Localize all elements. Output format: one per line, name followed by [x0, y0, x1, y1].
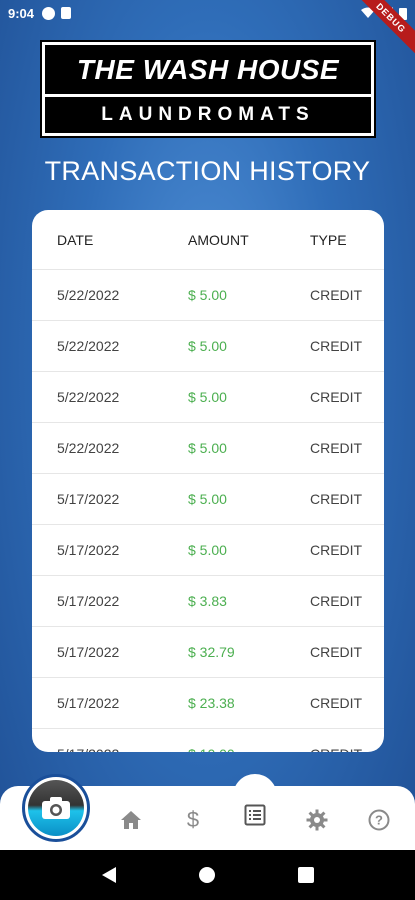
row-type: CREDIT — [310, 644, 363, 660]
row-type: CREDIT — [310, 491, 363, 507]
table-row[interactable]: 5/22/2022 $ 5.00 CREDIT — [32, 321, 384, 372]
row-type: CREDIT — [310, 542, 363, 558]
home-icon[interactable] — [117, 806, 145, 834]
row-type: CREDIT — [310, 695, 363, 711]
row-date: 5/22/2022 — [57, 287, 120, 303]
row-date: 5/17/2022 — [57, 644, 120, 660]
system-nav-bar — [0, 850, 415, 900]
row-date: 5/17/2022 — [57, 593, 120, 609]
header-type: TYPE — [310, 231, 347, 248]
row-date: 5/22/2022 — [57, 440, 120, 456]
recents-icon[interactable] — [298, 867, 315, 883]
row-date: 5/17/2022 — [57, 542, 120, 558]
camera-icon — [28, 780, 84, 836]
help-icon[interactable]: ? — [365, 806, 393, 834]
row-amount: $ 23.38 — [188, 695, 235, 711]
row-type: CREDIT — [310, 287, 363, 303]
table-row[interactable]: 5/22/2022 $ 5.00 CREDIT — [32, 270, 384, 321]
camera-button[interactable] — [22, 774, 90, 842]
row-amount: $ 32.79 — [188, 644, 235, 660]
notification-icon — [42, 6, 56, 20]
row-amount: $ 10.00 — [188, 746, 310, 752]
status-time: 9:04 — [8, 5, 35, 21]
row-type: CREDIT — [310, 338, 363, 354]
row-type: CREDIT — [310, 593, 363, 609]
list-icon[interactable] — [241, 801, 269, 829]
gear-icon[interactable] — [303, 806, 331, 834]
transaction-table[interactable]: DATE AMOUNT TYPE 5/22/2022 $ 5.00 CREDIT 5/… — [32, 210, 384, 752]
row-type: CREDIT — [310, 389, 363, 405]
row-type: CREDIT — [310, 746, 384, 752]
row-date: 5/17/2022 — [57, 491, 120, 507]
table-row[interactable]: 5/22/2022 $ 5.00 CREDIT — [32, 372, 384, 423]
row-amount: $ 5.00 — [188, 440, 227, 456]
table-row[interactable]: 5/17/2022 $ 5.00 CREDIT — [32, 474, 384, 525]
page-title: TRANSACTION HISTORY — [44, 156, 371, 186]
row-amount: $ 5.00 — [188, 287, 227, 303]
header-date: DATE — [57, 231, 94, 248]
row-amount: $ 5.00 — [188, 389, 227, 405]
brand-logo: THE WASH HOUSE LAUNDROMATS — [40, 40, 376, 138]
row-amount: $ 5.00 — [188, 542, 227, 558]
row-date: 5/17/2022 — [32, 746, 188, 752]
row-amount: $ 5.00 — [188, 338, 227, 354]
table-row[interactable]: 5/17/2022 $ 3.83 CREDIT — [32, 576, 384, 627]
back-icon[interactable] — [101, 866, 117, 884]
row-amount: $ 3.83 — [188, 593, 227, 609]
sim-card-icon — [61, 7, 72, 19]
row-date: 5/22/2022 — [57, 338, 120, 354]
row-amount: $ 5.00 — [188, 491, 227, 507]
table-header: DATE AMOUNT TYPE — [32, 210, 384, 270]
table-row[interactable]: 5/22/2022 $ 5.00 CREDIT — [32, 423, 384, 474]
table-row[interactable]: 5/17/2022 $ 5.00 CREDIT — [32, 525, 384, 576]
header-amount: AMOUNT — [188, 231, 249, 248]
table-row[interactable]: 5/17/2022$ 10.00CREDIT — [32, 729, 384, 752]
svg-text:?: ? — [375, 813, 383, 828]
logo-line-2: LAUNDROMATS — [101, 104, 315, 125]
row-date: 5/22/2022 — [57, 389, 120, 405]
logo-line-1: THE WASH HOUSE — [45, 45, 371, 97]
row-type: CREDIT — [310, 440, 363, 456]
status-bar: 9:04 — [0, 0, 415, 26]
row-date: 5/17/2022 — [57, 695, 120, 711]
home-circle-icon[interactable] — [198, 866, 216, 884]
dollar-icon[interactable]: $ — [179, 806, 207, 834]
table-row[interactable]: 5/17/2022 $ 32.79 CREDIT — [32, 627, 384, 678]
table-row[interactable]: 5/17/2022 $ 23.38 CREDIT — [32, 678, 384, 729]
